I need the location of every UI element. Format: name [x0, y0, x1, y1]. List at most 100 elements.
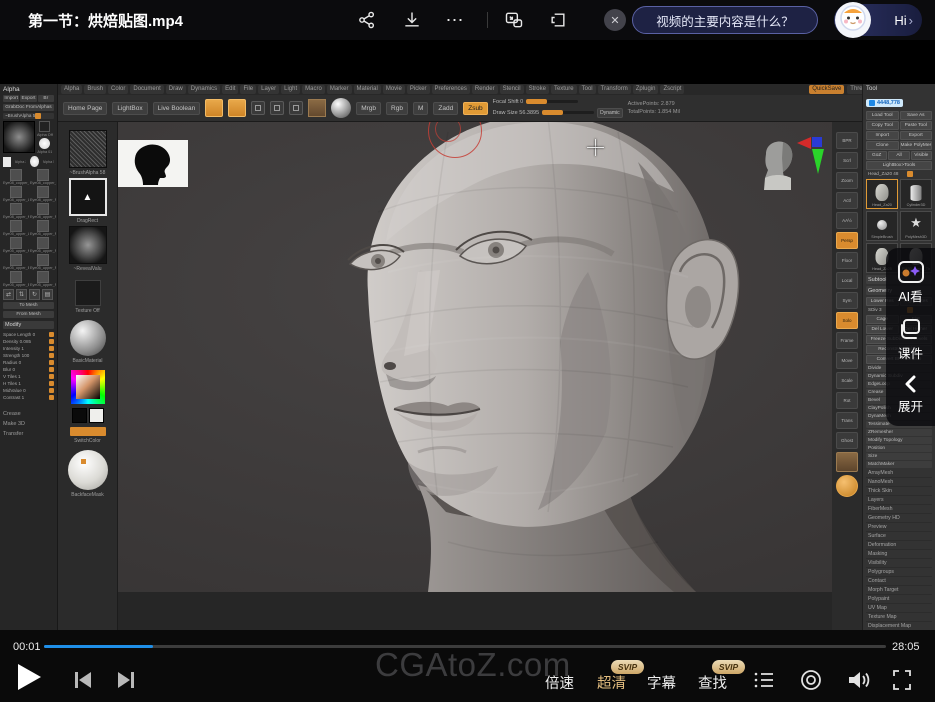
zbrush-menu-item[interactable]: Edit — [222, 85, 238, 94]
alpha-01-thumb[interactable] — [39, 138, 50, 149]
modify-slider-row[interactable]: Blur 0 — [3, 366, 54, 373]
draw-mode-icon[interactable] — [228, 99, 246, 117]
alpha-off-thumb[interactable] — [39, 121, 50, 132]
right-shelf-icon[interactable]: Solo — [836, 312, 858, 329]
alpha-grid-cell[interactable]: Eye05_upper_B — [3, 271, 29, 287]
right-shelf-icon[interactable]: Move — [836, 352, 858, 369]
tool-subsection[interactable]: Preview — [866, 523, 932, 532]
alpha-grid-thumb[interactable] — [10, 203, 22, 215]
modify-slider-row[interactable]: Density 0.085 — [3, 338, 54, 345]
alpha-grid-cell[interactable]: Eye05_upper_L — [3, 220, 29, 236]
zbrush-menu-item[interactable]: Layer — [258, 85, 279, 94]
slider-handle[interactable] — [49, 346, 54, 351]
subtitles-button[interactable]: 字幕 — [647, 672, 676, 693]
zbrush-menu-item[interactable]: Macro — [302, 85, 325, 94]
quality-button[interactable]: 超清 — [597, 672, 626, 693]
tool-subsection[interactable]: FiberMesh — [866, 505, 932, 514]
tool-subsection[interactable]: NanoMesh — [866, 478, 932, 487]
alpha-grid-thumb[interactable] — [10, 254, 22, 266]
dynamic-button[interactable]: Dynamic — [597, 108, 622, 118]
search-button[interactable]: 查找 — [698, 672, 727, 693]
tool-thumb[interactable]: SimpleBrush — [866, 211, 898, 241]
zadd-button[interactable]: Zadd — [433, 102, 458, 115]
alpha-grid-cell[interactable]: Eye05_upper_R — [30, 220, 56, 236]
lightbox-button[interactable]: LightBox — [112, 102, 147, 115]
alpha-grid-cell[interactable]: Eye08_upper_R — [30, 203, 56, 219]
color-picker[interactable] — [71, 370, 105, 404]
tool-button[interactable]: Make PolyMesh3D — [900, 141, 933, 150]
polycount-badge[interactable]: 4448,778 — [866, 99, 903, 107]
download-icon[interactable] — [400, 8, 424, 32]
homepage-button[interactable]: Home Page — [63, 102, 107, 115]
slider-handle[interactable] — [49, 339, 54, 344]
main-color-swatch[interactable] — [72, 408, 87, 423]
right-shelf-icon[interactable]: Zoom — [836, 172, 858, 189]
tool-subsection[interactable]: Deformation — [866, 541, 932, 550]
alpha-grid-cell[interactable]: Eye05_upper_M — [3, 237, 29, 253]
secondary-color-swatch[interactable] — [89, 408, 104, 423]
geometry-subsection[interactable]: MatchMaker — [866, 461, 932, 468]
focal-shift-slider[interactable] — [526, 100, 578, 103]
fullscreen-icon[interactable] — [890, 668, 914, 692]
alpha-grid-thumb[interactable] — [10, 169, 22, 181]
pip-icon[interactable] — [502, 8, 526, 32]
flip-h-icon[interactable]: ⇄ — [3, 289, 14, 300]
zbrush-menu-item[interactable]: Document — [130, 85, 163, 94]
tool-button[interactable]: Paste Tool — [900, 121, 933, 130]
draw-size-slider[interactable] — [542, 111, 594, 114]
tool-button[interactable]: Copy Tool — [866, 121, 899, 130]
right-shelf-icon[interactable]: Frame — [836, 332, 858, 349]
playback-speed-button[interactable]: 倍速 — [545, 672, 574, 693]
tool-subsection[interactable]: UV Map — [866, 604, 932, 613]
tool-subsection[interactable]: Surface — [866, 532, 932, 541]
zbrush-menu-item[interactable]: File — [240, 85, 256, 94]
sculpt-canvas[interactable] — [118, 122, 832, 592]
modify-slider-row[interactable]: Contrast 1 — [3, 394, 54, 401]
alpha-grid-cell[interactable]: Eye08_copper_L — [3, 169, 29, 185]
rotate-icon[interactable] — [289, 101, 303, 115]
modify-slider-row[interactable]: Strength 100 — [3, 352, 54, 359]
lightbox-tools-button[interactable]: LightBox>Tools — [866, 161, 932, 170]
axis-gizmo[interactable] — [797, 134, 829, 178]
geometry-subsection[interactable]: Modify Topology — [866, 437, 932, 444]
tool-subsection[interactable]: Geometry HD — [866, 514, 932, 523]
right-shelf-icon[interactable] — [836, 475, 858, 497]
alpha-grid-thumb[interactable] — [10, 271, 22, 283]
zbrush-menu-item[interactable]: Movie — [383, 85, 405, 94]
right-shelf-icon[interactable] — [836, 452, 858, 472]
camera-nav-head[interactable] — [756, 138, 800, 190]
modify-slider-row[interactable]: Space Length 0 — [3, 331, 54, 338]
tool-thumb[interactable]: Cylinder3D — [900, 179, 932, 209]
alpha-grid-thumb[interactable] — [10, 186, 22, 198]
alpha-grid-cell[interactable]: Eye08_upper_L — [3, 186, 29, 202]
right-shelf-icon[interactable]: AA½ — [836, 212, 858, 229]
next-button[interactable] — [115, 670, 137, 690]
ai-view-button[interactable]: AI看 — [898, 261, 924, 305]
alpha-bottom-item[interactable]: Transfer — [3, 429, 54, 439]
share-icon[interactable] — [355, 8, 379, 32]
tool-subsection[interactable]: Thick Skin — [866, 487, 932, 496]
record-icon[interactable] — [799, 668, 823, 692]
right-shelf-icon[interactable]: Persp — [836, 232, 858, 249]
texture-thumb[interactable] — [75, 280, 101, 306]
previous-button[interactable] — [72, 670, 94, 690]
zbrush-menu-item[interactable]: Picker — [407, 85, 430, 94]
tool-button[interactable]: Import — [866, 131, 899, 140]
right-shelf-icon[interactable]: Local — [836, 272, 858, 289]
alpha-button[interactable]: Import — [3, 95, 19, 102]
m-button[interactable]: M — [413, 102, 428, 115]
video-frame[interactable]: AlphaBrushColorDocumentDrawDynamicsEditF… — [0, 40, 935, 630]
tool-subsection[interactable]: Polypaint — [866, 595, 932, 604]
alpha-mesh-button[interactable]: To Mesh — [3, 302, 54, 309]
tool-thumb[interactable]: PolyMesh3D — [900, 211, 932, 241]
texture-swatch-icon[interactable] — [308, 99, 326, 117]
alpha-thumb[interactable] — [69, 226, 107, 264]
current-brush-thumb[interactable] — [69, 130, 107, 168]
brush-alpha-slider[interactable]: ~BrushAlpha 58 — [3, 113, 54, 119]
alpha-grid-cell[interactable]: Eye08_upper_M — [3, 203, 29, 219]
tool-button[interactable]: Visible — [911, 151, 932, 160]
rotate-alpha-icon[interactable]: ↻ — [29, 289, 40, 300]
zbrush-menu-item[interactable]: Render — [472, 85, 498, 94]
alpha-grid-thumb[interactable] — [37, 186, 49, 198]
alpha-preview-thumb[interactable] — [3, 121, 35, 153]
